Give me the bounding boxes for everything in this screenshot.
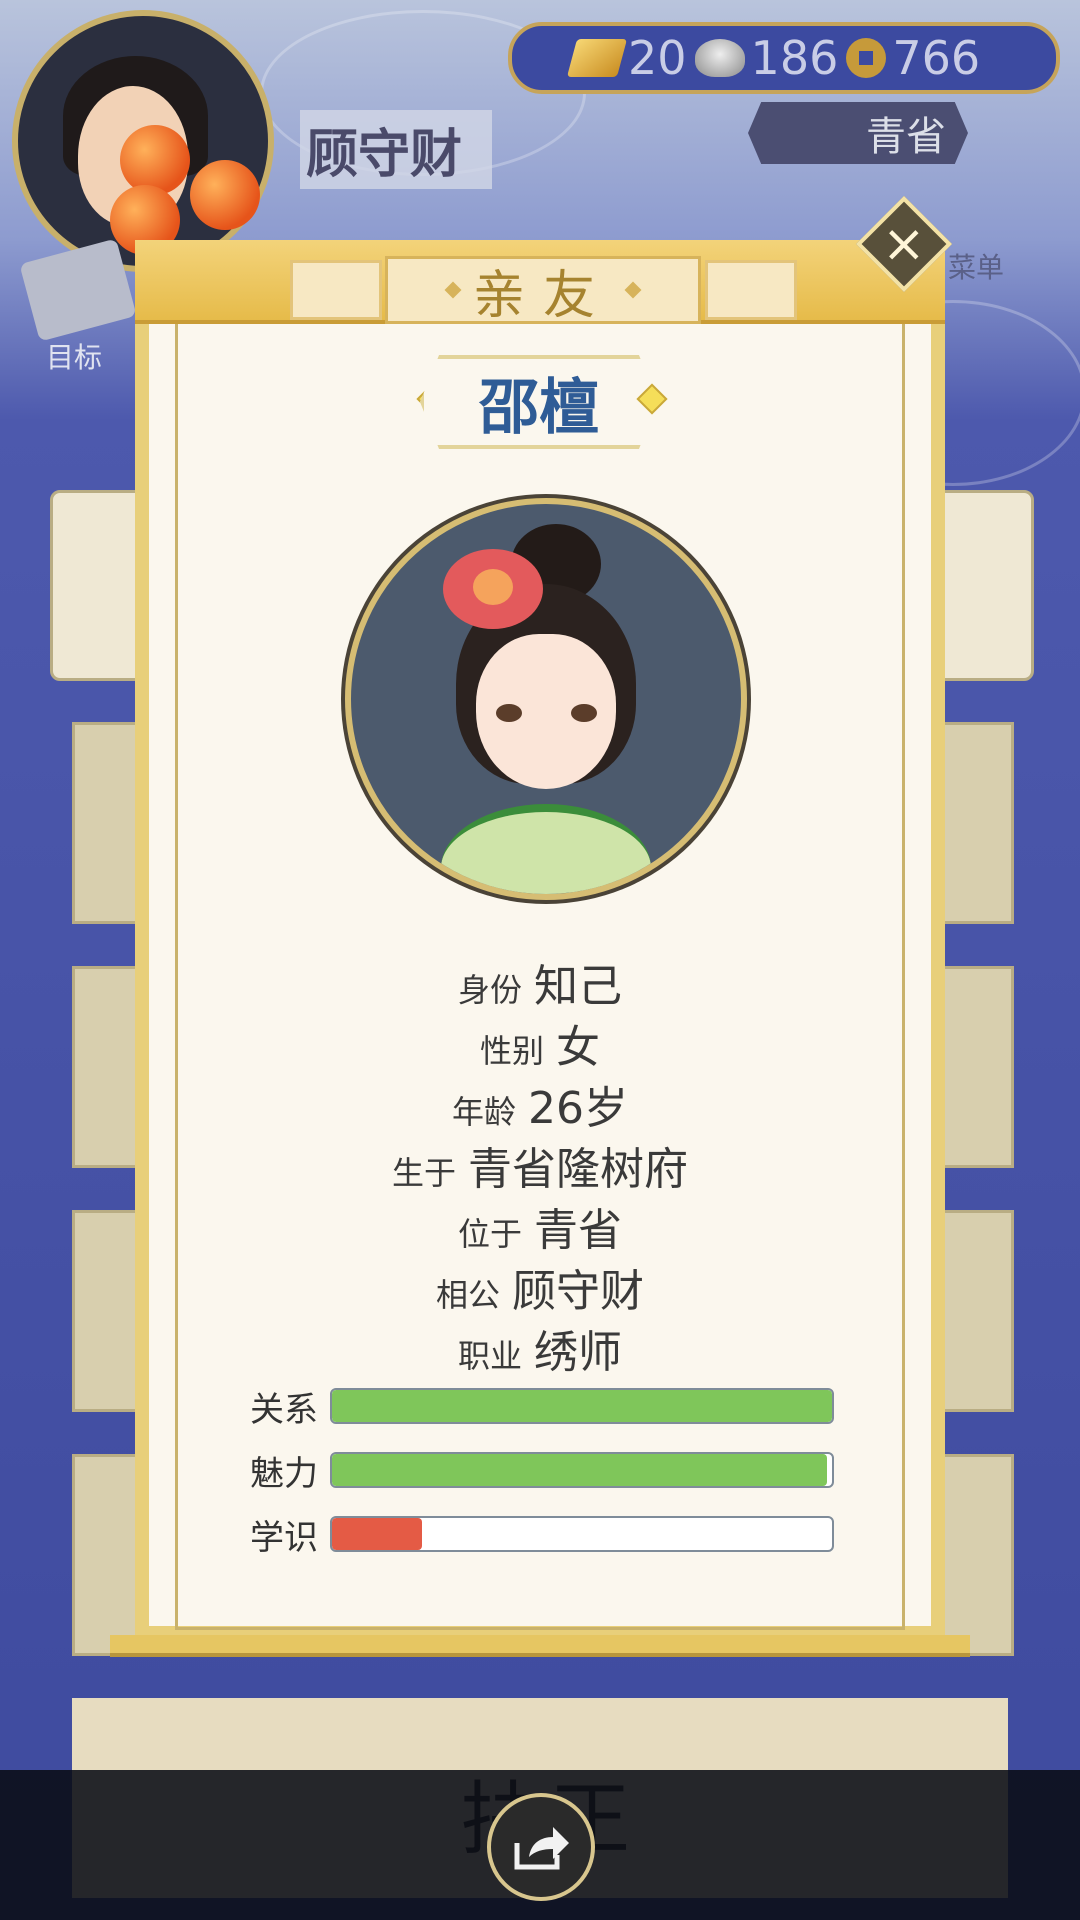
portrait-flower-center — [473, 569, 513, 605]
goal-label[interactable]: 目标 — [46, 336, 102, 376]
info-row: 身份 知己 — [135, 950, 945, 1014]
silver-ingot-icon — [694, 39, 745, 77]
modal-header: 亲友 — [135, 240, 945, 326]
header-ornament — [290, 260, 382, 320]
region-label: 青省 — [866, 114, 946, 160]
stat-fill — [332, 1454, 827, 1486]
stat-charm: 魅力 — [250, 1448, 840, 1494]
menu-button[interactable]: 菜单 — [948, 246, 1004, 286]
info-value: 青省 — [534, 1205, 622, 1256]
portrait-eye — [496, 704, 522, 722]
region-button[interactable]: 青省 — [748, 102, 968, 164]
stat-label: 魅力 — [250, 1453, 318, 1494]
gold-amount: 20 — [628, 31, 687, 85]
modal-title-box: 亲友 — [385, 256, 701, 326]
close-icon: × — [882, 213, 926, 274]
info-key: 生于 — [391, 1154, 456, 1192]
currency-bar: 20 186 766 — [508, 22, 1060, 94]
stat-bar — [330, 1516, 834, 1552]
stat-bar — [330, 1388, 834, 1424]
info-row: 位于 青省 — [135, 1194, 945, 1258]
stat-relationship: 关系 — [250, 1384, 840, 1430]
info-value: 绣师 — [534, 1327, 622, 1378]
stat-label: 学识 — [250, 1517, 318, 1558]
stat-bar — [330, 1452, 834, 1488]
info-key: 相公 — [435, 1276, 500, 1314]
share-icon — [514, 1827, 569, 1870]
info-key: 位于 — [457, 1215, 522, 1253]
info-key: 职业 — [457, 1337, 522, 1375]
character-portrait — [345, 498, 747, 900]
info-row: 生于 青省隆树府 — [135, 1133, 945, 1197]
copper-amount: 766 — [892, 31, 981, 85]
orange-fruit-icon — [190, 160, 260, 230]
portrait-body — [441, 804, 651, 894]
modal-bottom-bar — [110, 1635, 970, 1657]
info-value: 知己 — [534, 961, 622, 1012]
player-name[interactable]: 顾守财 — [300, 110, 493, 189]
title-dot — [624, 281, 642, 299]
stat-label: 关系 — [250, 1389, 318, 1430]
info-row: 性别女 — [135, 1011, 945, 1075]
orange-fruit-icon — [120, 125, 190, 195]
stat-knowledge: 学识 — [250, 1512, 840, 1558]
portrait-eye — [571, 704, 597, 722]
info-key: 年龄 — [451, 1093, 516, 1131]
copper-coin-icon — [846, 38, 887, 78]
info-row: 职业 绣师 — [135, 1316, 945, 1380]
gold-ingot-icon — [566, 39, 628, 77]
modal-title: 亲友 — [472, 265, 613, 326]
name-plate: 邵檀 — [420, 355, 658, 449]
stat-fill — [332, 1390, 832, 1422]
info-value: 女 — [556, 1022, 600, 1073]
info-value: 青省隆树府 — [468, 1144, 688, 1195]
info-row: 年龄 26岁 — [135, 1072, 945, 1136]
info-row: 相公 顾守财 — [135, 1255, 945, 1319]
silver-amount: 186 — [750, 31, 839, 85]
friend-info-modal: 亲友 × 邵檀 身份 知己 性别女 年龄 26岁 生于 青省隆树府 位于 青省 相公 顾守… — [110, 195, 970, 1660]
character-name: 邵檀 — [479, 372, 599, 443]
info-value: 顾守财 — [512, 1266, 644, 1317]
info-key: 身份 — [457, 971, 522, 1009]
share-button[interactable] — [487, 1793, 595, 1901]
info-value: 26岁 — [528, 1083, 628, 1134]
title-dot — [444, 281, 462, 299]
info-key: 性别 — [479, 1032, 544, 1070]
stat-fill — [332, 1518, 422, 1550]
header-ornament — [705, 260, 797, 320]
